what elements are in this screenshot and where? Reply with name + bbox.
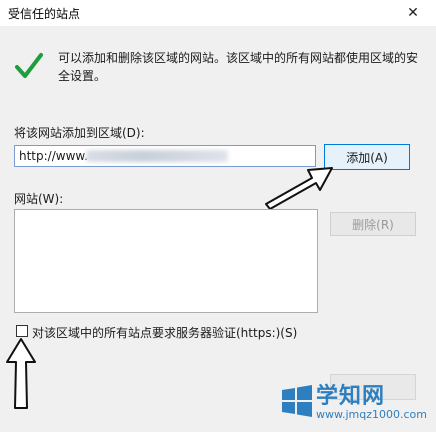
close-icon: ✕ <box>407 5 419 21</box>
remove-button[interactable]: 删除(R) <box>330 212 416 236</box>
arrow-pointer-icon <box>265 167 333 210</box>
trusted-sites-dialog: 受信任的站点 ✕ 可以添加和删除该区域的网站。该区域中的所有网站都使用区域的安全… <box>0 0 436 432</box>
checkmark-icon <box>15 53 43 78</box>
windows-logo-icon <box>282 385 312 417</box>
add-site-label: 将该网站添加到区域(D): <box>14 126 145 140</box>
url-redacted-blur <box>86 150 228 162</box>
close-button[interactable]: ✕ <box>390 0 436 26</box>
websites-label: 网站(W): <box>14 192 64 206</box>
watermark-url: www.jmqz1000.com <box>316 408 427 421</box>
watermark-name: 学知网 <box>316 384 386 409</box>
https-checkbox-label[interactable]: 对该区域中的所有站点要求服务器验证(https:)(S) <box>32 324 297 341</box>
arrow-up-icon <box>6 338 36 409</box>
title-bar: 受信任的站点 ✕ <box>0 0 436 26</box>
websites-list[interactable] <box>14 209 318 313</box>
info-text: 可以添加和删除该区域的网站。该区域中的所有网站都使用区域的安全设置。 <box>58 51 419 83</box>
dialog-title: 受信任的站点 <box>8 7 81 21</box>
watermark-logo: 学知网 www.jmqz1000.com <box>280 378 430 430</box>
